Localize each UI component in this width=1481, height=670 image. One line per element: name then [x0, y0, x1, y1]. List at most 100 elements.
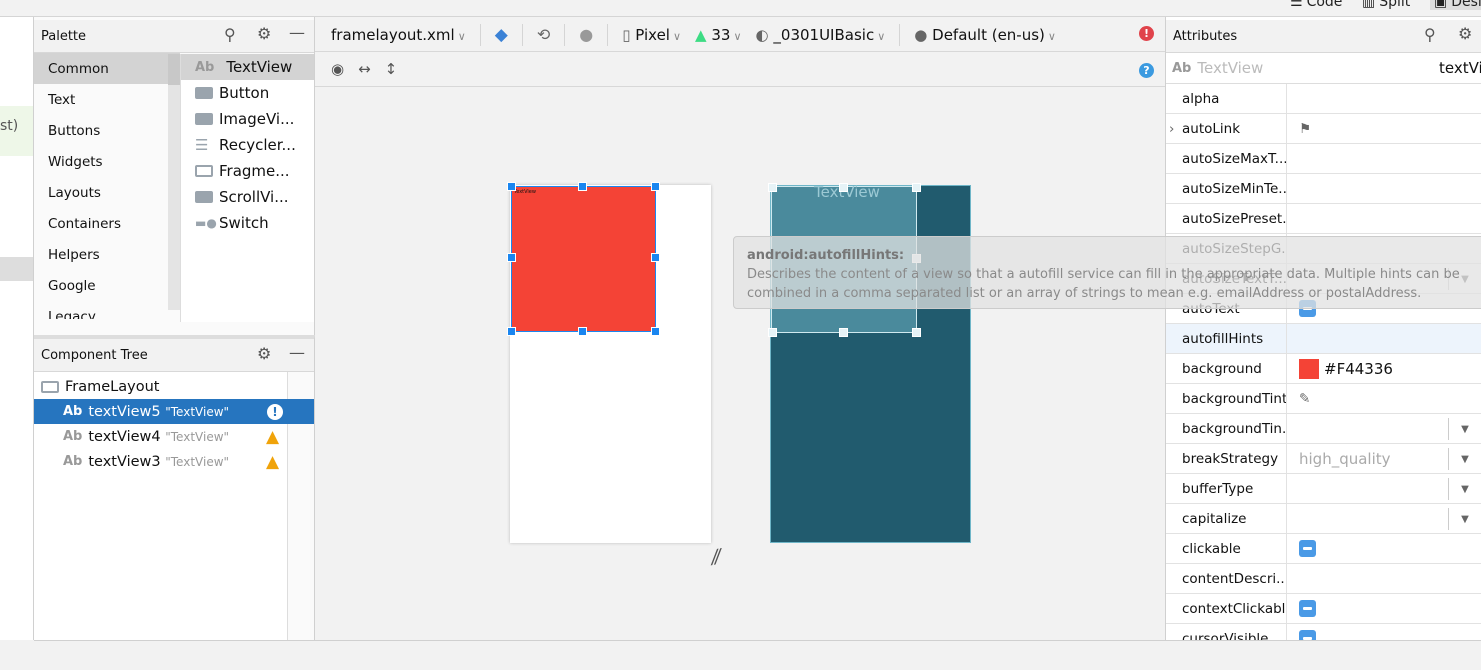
design-view-button[interactable]: ▣Design: [1430, 0, 1481, 10]
attribute-row[interactable]: › autoLink ⚑: [1166, 114, 1481, 144]
design-surface[interactable]: TextView: [507, 182, 711, 543]
attribute-value[interactable]: [1287, 534, 1481, 563]
theme-icon: ◐: [755, 25, 769, 44]
attribute-name: bufferType: [1166, 474, 1287, 503]
palette-item-switch[interactable]: ▬● Switch: [181, 210, 314, 236]
gear-icon[interactable]: ⚙: [1458, 24, 1472, 43]
category-containers[interactable]: Containers: [34, 208, 180, 239]
attribute-value[interactable]: ▼: [1287, 504, 1481, 533]
attribute-row[interactable]: autoSizePreset...: [1166, 204, 1481, 234]
tristate-toggle[interactable]: [1299, 600, 1316, 617]
dropdown-arrow-icon[interactable]: ▼: [1448, 448, 1481, 470]
chevron-right-icon[interactable]: ›: [1169, 121, 1174, 137]
category-google[interactable]: Google: [34, 270, 180, 301]
horizontal-resize-icon[interactable]: ↔: [358, 60, 371, 78]
attribute-value[interactable]: ✎: [1287, 384, 1481, 413]
vertical-resize-icon[interactable]: ↕: [385, 60, 398, 78]
color-swatch[interactable]: [1299, 358, 1319, 379]
attribute-row[interactable]: backgroundTint ✎: [1166, 384, 1481, 414]
flag-icon[interactable]: ⚑: [1299, 121, 1311, 137]
tree-node-framelayout[interactable]: FrameLayout: [34, 374, 314, 399]
minimize-icon[interactable]: —: [289, 343, 305, 362]
button-icon: [195, 87, 213, 99]
attribute-row[interactable]: alpha: [1166, 84, 1481, 114]
attribute-list: alpha › autoLink ⚑ autoSizeMaxT... autoSizeMi…: [1166, 84, 1481, 654]
api-selector[interactable]: ▲ 33 ∨: [695, 26, 741, 44]
eye-icon[interactable]: ◉: [331, 60, 344, 78]
search-icon[interactable]: ⚲: [1424, 25, 1436, 44]
attribute-value[interactable]: high_quality ▼: [1287, 444, 1481, 473]
design-toolbar: framelayout.xml ∨ ◆ ⟲ ● ▯ Pixel ∨ ▲ 33 ∨ ◐ …: [315, 18, 1165, 52]
split-view-button[interactable]: ▥ Split: [1362, 0, 1410, 10]
category-widgets[interactable]: Widgets: [34, 146, 180, 177]
attribute-row[interactable]: autoSizeMinTe...: [1166, 174, 1481, 204]
orientation-icon[interactable]: ⟲: [537, 25, 550, 44]
error-icon[interactable]: !: [267, 403, 283, 420]
design-icon: ▣: [1434, 0, 1448, 10]
gear-icon[interactable]: ⚙: [257, 344, 271, 363]
palette-item-scrollview[interactable]: ScrollVi...: [181, 184, 314, 210]
warning-icon[interactable]: ▲: [266, 452, 279, 472]
attribute-row[interactable]: autoSizeMaxT...: [1166, 144, 1481, 174]
code-view-button[interactable]: ☰ Code: [1290, 0, 1342, 10]
dropdown-arrow-icon[interactable]: ▼: [1448, 508, 1481, 530]
attribute-row[interactable]: capitalize ▼: [1166, 504, 1481, 534]
locale-selector[interactable]: ● Default (en-us) ∨: [914, 26, 1056, 44]
category-legacy[interactable]: Legacy: [34, 301, 180, 319]
attribute-value[interactable]: [1287, 324, 1481, 353]
palette-item-fragment[interactable]: Fragme...: [181, 158, 314, 184]
attribute-value[interactable]: [1287, 174, 1481, 203]
attribute-value[interactable]: [1287, 564, 1481, 593]
attribute-value[interactable]: [1287, 84, 1481, 113]
night-mode-icon[interactable]: ●: [579, 25, 593, 44]
dropdown-arrow-icon[interactable]: ▼: [1448, 478, 1481, 500]
phone-icon: ▯: [622, 25, 631, 44]
attribute-value[interactable]: [1287, 594, 1481, 623]
minimize-icon[interactable]: —: [289, 23, 305, 42]
attribute-row[interactable]: contextClickable: [1166, 594, 1481, 624]
attribute-value[interactable]: [1287, 144, 1481, 173]
attribute-row[interactable]: autofillHints: [1166, 324, 1481, 354]
attribute-value[interactable]: #F44336: [1287, 354, 1481, 383]
help-icon[interactable]: ?: [1139, 63, 1154, 78]
attribute-row[interactable]: contentDescri...: [1166, 564, 1481, 594]
eyedropper-icon[interactable]: ✎: [1299, 391, 1310, 407]
device-selector[interactable]: ▯ Pixel ∨: [622, 26, 681, 44]
component-id-field[interactable]: textVi: [1439, 59, 1481, 77]
category-helpers[interactable]: Helpers: [34, 239, 180, 270]
palette-item-textview[interactable]: Ab TextView: [181, 54, 314, 80]
attribute-name: backgroundTin...: [1166, 414, 1287, 443]
attribute-row[interactable]: background #F44336: [1166, 354, 1481, 384]
search-icon[interactable]: ⚲: [224, 25, 236, 44]
error-icon[interactable]: !: [1139, 26, 1154, 41]
dropdown-arrow-icon[interactable]: ▼: [1448, 418, 1481, 440]
warning-icon[interactable]: ▲: [266, 427, 279, 447]
palette-item-imageview[interactable]: ImageVi...: [181, 106, 314, 132]
tree-node-textview5[interactable]: Ab textView5 "TextView"!: [34, 399, 314, 424]
attribute-row[interactable]: backgroundTin... ▼: [1166, 414, 1481, 444]
attribute-row[interactable]: breakStrategy high_quality ▼: [1166, 444, 1481, 474]
attribute-name: autoSizePreset...: [1166, 204, 1287, 233]
theme-selector[interactable]: ◐ _0301UIBasic ∨: [756, 26, 886, 44]
attribute-value[interactable]: ⚑: [1287, 114, 1481, 143]
resize-handle-icon[interactable]: ⁄⁄: [711, 545, 722, 570]
palette-item-button[interactable]: Button: [181, 80, 314, 106]
category-buttons[interactable]: Buttons: [34, 115, 180, 146]
category-text[interactable]: Text: [34, 84, 180, 115]
attribute-row[interactable]: bufferType ▼: [1166, 474, 1481, 504]
tristate-toggle[interactable]: [1299, 540, 1316, 557]
file-selector[interactable]: framelayout.xml ∨: [331, 26, 466, 44]
attribute-value[interactable]: ▼: [1287, 474, 1481, 503]
category-layouts[interactable]: Layouts: [34, 177, 180, 208]
category-common[interactable]: Common: [34, 53, 180, 84]
palette-item-recyclerview[interactable]: ☰ Recycler...: [181, 132, 314, 158]
tree-node-textview4[interactable]: Ab textView4 "TextView" ▲: [34, 424, 314, 449]
palette-scrollbar[interactable]: [168, 54, 180, 310]
attribute-value[interactable]: ▼: [1287, 414, 1481, 443]
textview5-preview[interactable]: TextView: [511, 186, 656, 332]
layers-icon[interactable]: ◆: [495, 25, 508, 45]
attribute-row[interactable]: clickable: [1166, 534, 1481, 564]
gear-icon[interactable]: ⚙: [257, 24, 271, 43]
attribute-value[interactable]: [1287, 204, 1481, 233]
tree-node-textview3[interactable]: Ab textView3 "TextView" ▲: [34, 449, 314, 474]
